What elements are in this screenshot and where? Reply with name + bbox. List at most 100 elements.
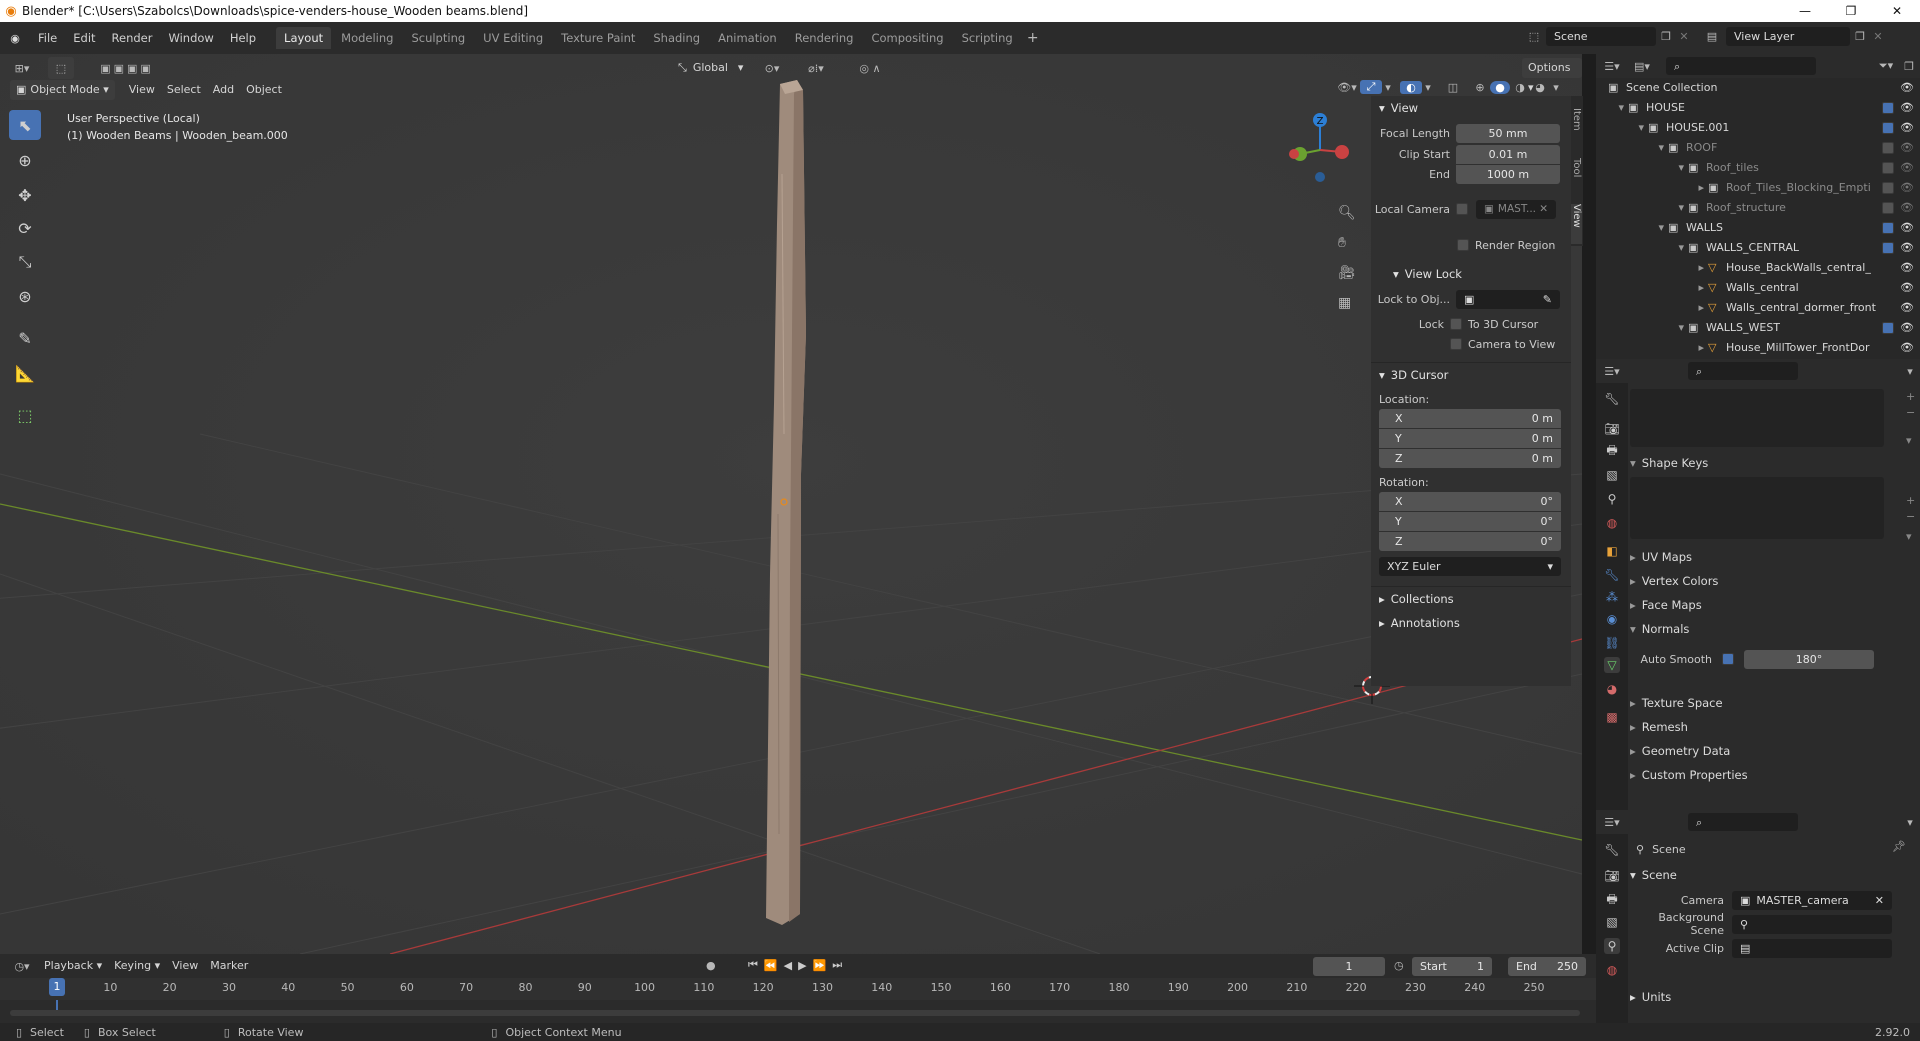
to-3d-cursor-checkbox[interactable]	[1450, 318, 1462, 330]
outliner-row[interactable]: ▾ ▣ Roof_tiles 👁︎	[1596, 158, 1920, 178]
tool-tab-icon[interactable]: 🔧︎	[1604, 391, 1620, 407]
section-texture-space[interactable]: ▸ Texture Space	[1630, 692, 1723, 714]
remove-icon[interactable]: −	[1906, 405, 1920, 421]
rendered-shading-icon[interactable]: ◕	[1530, 81, 1550, 94]
editor-type-icon[interactable]: ☰▾	[1596, 60, 1628, 73]
editor-type-icon[interactable]: ☰▾	[1596, 365, 1628, 378]
editor-type-icon[interactable]: ☰▾	[1596, 816, 1628, 829]
rotation-mode-dropdown[interactable]: XYZ Euler ▾	[1379, 557, 1561, 576]
new-scene-icon[interactable]: ❐	[1656, 30, 1676, 43]
units-section-header[interactable]: ▸ Units	[1630, 986, 1671, 1008]
render-tab-icon[interactable]: 📷︎	[1604, 868, 1620, 884]
outliner-row[interactable]: ▸ ▽ House_BackWalls_central_ 👁︎	[1596, 258, 1920, 278]
particles-tab-icon[interactable]: ⁂	[1604, 589, 1620, 605]
world-tab-icon[interactable]: ◍	[1604, 962, 1620, 978]
menu-help[interactable]: Help	[222, 26, 264, 50]
blender-menu-icon[interactable]: ◉	[0, 32, 30, 45]
3d-viewport[interactable]: ⊞▾ ⬚ ▣▣▣▣ ⤡ Global ▾ ⊙▾ ⌀⁞▾ ◎ ∧ Options ▾ …	[0, 54, 1582, 954]
camera-to-view-checkbox[interactable]	[1450, 338, 1462, 350]
camera-field[interactable]: ▣ MASTER_camera ✕	[1732, 890, 1892, 910]
background-scene-field[interactable]: ⚲	[1732, 914, 1892, 934]
outliner-row[interactable]: ▸ ▽ House_MillTower_FrontDor 👁︎	[1596, 338, 1920, 358]
render-tab-icon[interactable]: 📷︎	[1604, 421, 1620, 437]
section-normals[interactable]: ▾ Normals	[1630, 618, 1689, 640]
auto-smooth-angle-field[interactable]: 180°	[1744, 649, 1874, 669]
jump-end-icon[interactable]: ⏭	[832, 958, 848, 972]
section-custom-properties[interactable]: ▸ Custom Properties	[1630, 764, 1748, 786]
world-tab-icon[interactable]: ◍	[1604, 515, 1620, 531]
snap-icon[interactable]: ⌀⁞▾	[792, 62, 840, 75]
object-tab-icon[interactable]: ◧	[1604, 543, 1620, 559]
cursor-rot-y-field[interactable]: Y 0°	[1379, 512, 1561, 531]
eye-icon[interactable]: 👁︎	[1900, 78, 1914, 98]
outliner-row[interactable]: ▸ ▽ Walls_central_dormer_front 👁︎	[1596, 298, 1920, 318]
expand-arrow-icon[interactable]: ▸	[1596, 278, 1708, 298]
rotate-tool[interactable]: ⟳	[9, 213, 41, 243]
render-region-checkbox[interactable]	[1457, 239, 1469, 251]
scene-tab-icon[interactable]: ⚲	[1604, 938, 1620, 954]
expand-arrow-icon[interactable]: ▾	[1596, 138, 1668, 158]
exclude-checkbox[interactable]	[1882, 242, 1894, 254]
next-keyframe-icon[interactable]: ⏩	[813, 959, 833, 972]
outliner-row[interactable]: ▸ ▽ Walls_central 👁︎	[1596, 278, 1920, 298]
eye-icon[interactable]: 👁︎	[1900, 318, 1914, 338]
outliner-row[interactable]: ▾ ▣ WALLS 👁︎	[1596, 218, 1920, 238]
material-tab-icon[interactable]: ◕	[1604, 681, 1620, 697]
exclude-checkbox[interactable]	[1882, 122, 1894, 134]
outliner-row[interactable]: ▸ ▣ Roof_Tiles_Blocking_Empti 👁︎	[1596, 178, 1920, 198]
local-camera-checkbox[interactable]	[1456, 203, 1468, 215]
tab-modeling[interactable]: Modeling	[333, 27, 401, 49]
section-shape-keys[interactable]: ▾ Shape Keys	[1630, 452, 1708, 474]
current-frame-field[interactable]: 1	[1313, 957, 1385, 976]
add-icon[interactable]: +	[1906, 389, 1920, 405]
physics-tab-icon[interactable]: ◉	[1604, 611, 1620, 627]
timeline-menu-keying[interactable]: Keying ▾	[108, 956, 166, 976]
tool-tab-icon[interactable]: 🔧︎	[1604, 842, 1620, 858]
view-layer-selector[interactable]: View Layer	[1726, 27, 1850, 46]
minimize-icon[interactable]: —	[1782, 4, 1828, 18]
visibility-icon[interactable]: 👁▾	[1334, 81, 1360, 94]
navigation-gizmo[interactable]: Z	[1282, 106, 1352, 186]
cursor-loc-y-field[interactable]: Y0 m	[1379, 429, 1561, 448]
playhead[interactable]: 1	[49, 978, 65, 996]
vertex-groups-list[interactable]	[1630, 389, 1884, 447]
orientation-dropdown[interactable]: ⤡ Global ▾	[672, 58, 749, 78]
view-layer-icon[interactable]: ▤	[1698, 30, 1726, 43]
outliner-row[interactable]: ▾ ▣ WALLS_CENTRAL 👁︎	[1596, 238, 1920, 258]
tab-shading[interactable]: Shading	[645, 27, 708, 49]
section-remesh[interactable]: ▸ Remesh	[1630, 716, 1688, 738]
texture-tab-icon[interactable]: ▩	[1604, 709, 1620, 725]
scene-icon[interactable]: ⬚	[1522, 30, 1546, 43]
tab-uv-editing[interactable]: UV Editing	[475, 27, 551, 49]
eye-icon[interactable]: 👁︎	[1900, 218, 1914, 238]
solid-shading-icon[interactable]: ●	[1490, 80, 1510, 94]
annotate-tool[interactable]: ✎	[9, 323, 41, 353]
pin-icon[interactable]: 📌︎	[1892, 840, 1906, 853]
clip-end-field[interactable]: 1000 m	[1456, 164, 1560, 184]
delete-scene-icon[interactable]: ✕	[1676, 30, 1692, 43]
section-geometry-data[interactable]: ▸ Geometry Data	[1630, 740, 1730, 762]
expand-arrow-icon[interactable]: ▾	[1596, 218, 1668, 238]
timeline-scrollbar[interactable]	[10, 1010, 1580, 1016]
material-shading-icon[interactable]: ◑	[1510, 81, 1530, 94]
menu-window[interactable]: Window	[160, 26, 221, 50]
lock-to-object-field[interactable]: ▣ ✎	[1456, 289, 1560, 309]
menu-render[interactable]: Render	[104, 26, 161, 50]
expand-arrow-icon[interactable]: ▾	[1596, 98, 1628, 118]
exclude-checkbox[interactable]	[1882, 102, 1894, 114]
remove-icon[interactable]: −	[1906, 509, 1915, 525]
eye-icon[interactable]: 👁︎	[1900, 158, 1914, 178]
maximize-icon[interactable]: ❐	[1828, 4, 1874, 18]
eye-icon[interactable]: 👁︎	[1900, 178, 1914, 198]
eye-icon[interactable]: 👁︎	[1900, 258, 1914, 278]
move-tool[interactable]: ✥	[9, 180, 41, 210]
eye-icon[interactable]: 👁︎	[1900, 118, 1914, 138]
constraints-tab-icon[interactable]: ⛓︎	[1604, 635, 1620, 651]
wireframe-shading-icon[interactable]: ⊕	[1470, 81, 1490, 94]
object-mode-dropdown[interactable]: ▣ Object Mode ▾	[10, 80, 115, 100]
camera-view-icon[interactable]: 🎥︎	[1338, 258, 1356, 288]
proportional-edit-icon[interactable]: ◎ ∧	[848, 62, 892, 75]
output-tab-icon[interactable]: 🖶︎	[1604, 892, 1620, 908]
outliner-row[interactable]: ▾ ▣ ROOF 👁︎	[1596, 138, 1920, 158]
eye-icon[interactable]: 👁︎	[1900, 98, 1914, 118]
